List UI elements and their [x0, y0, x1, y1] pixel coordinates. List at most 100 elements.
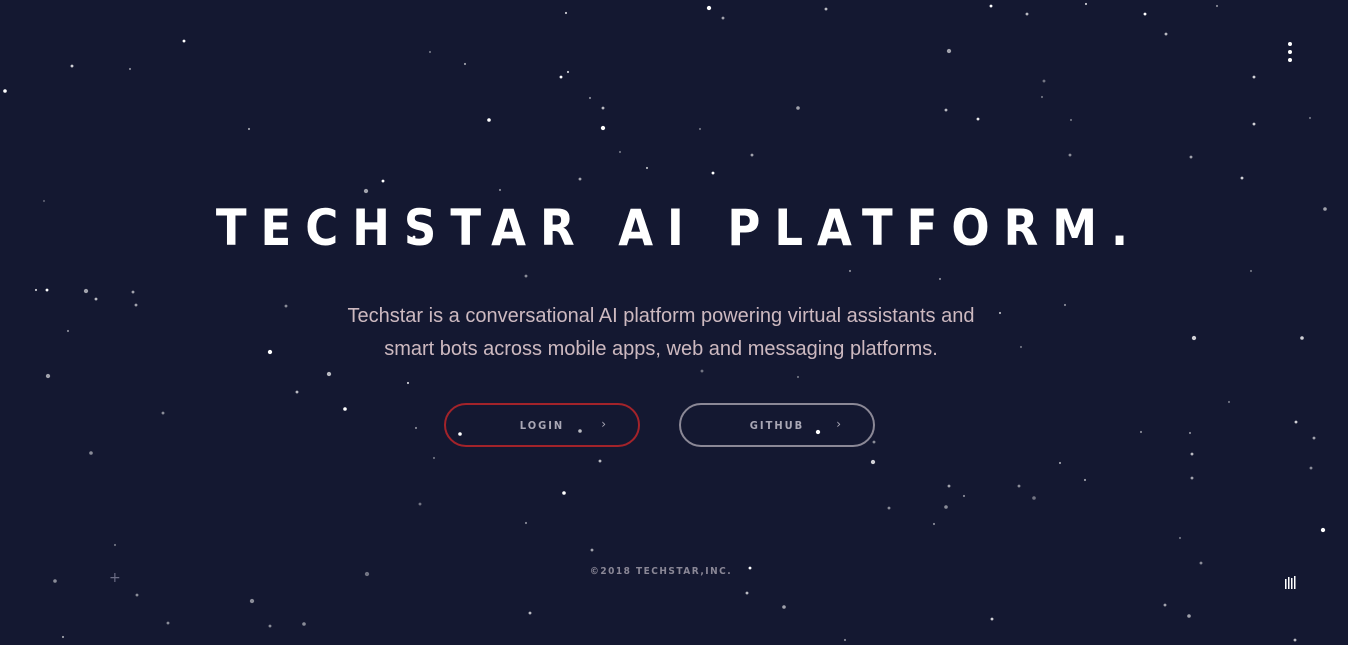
star — [53, 579, 57, 583]
star — [564, 11, 568, 15]
star — [1190, 452, 1194, 456]
star — [249, 598, 255, 604]
star — [3, 89, 7, 93]
star — [706, 5, 712, 11]
star — [1199, 561, 1203, 565]
star — [182, 39, 186, 43]
star — [1063, 303, 1067, 307]
star — [944, 505, 948, 509]
star — [989, 4, 993, 8]
star — [588, 96, 592, 100]
star — [302, 622, 306, 626]
star — [487, 118, 491, 122]
star — [843, 638, 847, 642]
star — [1188, 431, 1192, 435]
star — [343, 407, 347, 411]
star — [698, 127, 702, 131]
star — [1240, 176, 1244, 180]
star — [1058, 461, 1062, 465]
star — [1164, 32, 1168, 36]
star — [1019, 345, 1023, 349]
login-button[interactable]: LOGIN › — [444, 403, 640, 447]
star — [34, 288, 38, 292]
star — [946, 48, 952, 54]
star — [848, 269, 852, 273]
star — [247, 127, 251, 131]
star — [870, 459, 876, 465]
star — [700, 369, 704, 373]
star — [1040, 95, 1044, 99]
star — [1294, 420, 1298, 424]
star — [381, 179, 385, 183]
star — [61, 635, 65, 639]
star — [618, 150, 622, 154]
star — [824, 7, 828, 11]
star — [1227, 400, 1231, 404]
star — [1042, 79, 1046, 83]
star — [998, 311, 1002, 315]
star — [1163, 603, 1167, 607]
star — [45, 288, 49, 292]
star — [976, 117, 980, 121]
star — [363, 188, 369, 194]
star — [1084, 2, 1088, 6]
star — [796, 106, 800, 110]
star — [796, 375, 800, 379]
star — [1083, 478, 1087, 482]
star — [750, 153, 754, 157]
star — [66, 329, 70, 333]
menu-dots-icon[interactable] — [1284, 40, 1296, 66]
star — [645, 166, 649, 170]
star — [1249, 269, 1253, 273]
github-button[interactable]: GITHUB › — [679, 403, 875, 447]
star — [1187, 614, 1191, 618]
chevron-right-icon: › — [836, 417, 841, 431]
page-description: Techstar is a conversational AI platform… — [347, 305, 975, 360]
star — [1032, 496, 1036, 500]
star — [562, 491, 566, 495]
star — [1190, 476, 1194, 480]
star — [134, 303, 138, 307]
star — [938, 277, 942, 281]
star — [1309, 466, 1313, 470]
star — [721, 16, 725, 20]
star — [295, 390, 299, 394]
star — [1143, 12, 1147, 16]
star — [1308, 116, 1312, 120]
star — [578, 177, 582, 181]
star — [566, 70, 570, 74]
star — [1191, 335, 1197, 341]
star — [528, 611, 532, 615]
star — [1139, 430, 1143, 434]
star — [990, 617, 994, 621]
star — [598, 459, 602, 463]
star — [559, 75, 563, 79]
star — [1252, 75, 1256, 79]
star — [113, 543, 117, 547]
star — [1293, 638, 1297, 642]
star — [962, 494, 966, 498]
footer-copyright: ©2018 TECHSTAR,INC. — [589, 566, 733, 577]
star — [128, 67, 132, 71]
star — [590, 548, 594, 552]
star — [1017, 484, 1021, 488]
star — [782, 605, 786, 609]
star — [711, 171, 715, 175]
star — [887, 506, 891, 510]
star — [284, 304, 288, 308]
star — [131, 290, 135, 294]
star — [498, 188, 502, 192]
star — [932, 522, 936, 526]
star — [872, 440, 876, 444]
star — [83, 288, 89, 294]
star — [600, 125, 606, 131]
star — [1312, 436, 1316, 440]
star — [1178, 536, 1182, 540]
sound-icon[interactable] — [1284, 576, 1298, 590]
star — [161, 411, 165, 415]
github-button-label: GITHUB — [749, 418, 805, 432]
star — [524, 274, 528, 278]
star — [406, 381, 410, 385]
star — [414, 426, 418, 430]
star — [1068, 153, 1072, 157]
